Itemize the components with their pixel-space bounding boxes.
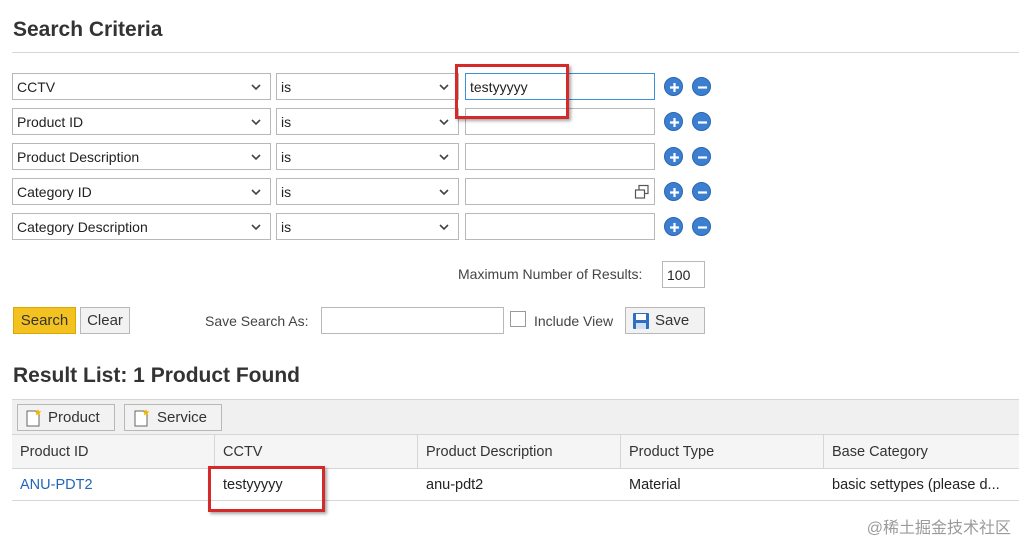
- new-document-icon: [134, 409, 150, 427]
- operator-label: is: [281, 114, 292, 130]
- field-select-category-id[interactable]: Category ID: [12, 178, 271, 205]
- add-row-button[interactable]: [664, 77, 683, 96]
- save-button-label: Save: [655, 312, 690, 329]
- add-row-button[interactable]: [664, 182, 683, 201]
- save-button[interactable]: Save: [625, 307, 705, 334]
- criteria-value-text: testyyyyy: [470, 79, 528, 95]
- chevron-down-icon: [251, 224, 261, 231]
- minus-icon: [698, 191, 707, 194]
- chevron-down-icon: [251, 154, 261, 161]
- plus-icon: [670, 223, 679, 232]
- new-service-button[interactable]: Service: [124, 404, 222, 431]
- clear-button[interactable]: Clear: [80, 307, 130, 334]
- result-table: Product ID CCTV Product Description Prod…: [12, 435, 1019, 501]
- floppy-disk-icon: [633, 313, 649, 329]
- remove-row-button[interactable]: [692, 182, 711, 201]
- plus-icon: [670, 188, 679, 197]
- column-header-product-id[interactable]: Product ID: [12, 435, 215, 468]
- chevron-down-icon: [439, 154, 449, 161]
- include-view-checkbox[interactable]: [510, 311, 526, 327]
- field-select-label: CCTV: [17, 79, 56, 95]
- remove-row-button[interactable]: [692, 77, 711, 96]
- cctv-cell: testyyyyy: [223, 477, 283, 493]
- chevron-down-icon: [251, 189, 261, 196]
- field-select-product-description[interactable]: Product Description: [12, 143, 271, 170]
- minus-icon: [698, 86, 707, 89]
- plus-icon: [670, 83, 679, 92]
- add-row-button[interactable]: [664, 217, 683, 236]
- column-header-base-category[interactable]: Base Category: [824, 435, 1019, 468]
- operator-select[interactable]: is: [276, 178, 459, 205]
- new-document-icon: [26, 409, 42, 427]
- chevron-down-icon: [251, 119, 261, 126]
- table-row[interactable]: ANU-PDT2 testyyyyy anu-pdt2 Material bas…: [12, 469, 1019, 501]
- criteria-value-input[interactable]: [465, 108, 655, 135]
- operator-select[interactable]: is: [276, 213, 459, 240]
- chevron-down-icon: [439, 189, 449, 196]
- column-header-product-type[interactable]: Product Type: [621, 435, 824, 468]
- new-product-label: Product: [48, 409, 100, 426]
- minus-icon: [698, 156, 707, 159]
- operator-select[interactable]: is: [276, 73, 459, 100]
- base-category-cell: basic settypes (please d...: [832, 477, 1000, 493]
- operator-label: is: [281, 219, 292, 235]
- remove-row-button[interactable]: [692, 147, 711, 166]
- watermark-text: @稀土掘金技术社区: [866, 520, 1011, 537]
- field-select-label: Product ID: [17, 114, 84, 130]
- product-type-cell: Material: [629, 477, 681, 493]
- column-header-product-description[interactable]: Product Description: [418, 435, 621, 468]
- criteria-value-input[interactable]: [465, 178, 655, 205]
- field-select-product-id[interactable]: Product ID: [12, 108, 271, 135]
- field-select-label: Product Description: [17, 149, 140, 165]
- criteria-value-input[interactable]: testyyyyy: [465, 73, 655, 100]
- chevron-down-icon: [439, 119, 449, 126]
- operator-label: is: [281, 149, 292, 165]
- new-product-button[interactable]: Product: [17, 404, 115, 431]
- search-button[interactable]: Search: [13, 307, 76, 334]
- operator-select[interactable]: is: [276, 143, 459, 170]
- criteria-value-input[interactable]: [465, 143, 655, 170]
- remove-row-button[interactable]: [692, 217, 711, 236]
- operator-select[interactable]: is: [276, 108, 459, 135]
- product-id-link[interactable]: ANU-PDT2: [12, 469, 215, 502]
- field-select-category-description[interactable]: Category Description: [12, 213, 271, 240]
- description-cell: anu-pdt2: [426, 477, 484, 493]
- add-row-button[interactable]: [664, 147, 683, 166]
- operator-label: is: [281, 184, 292, 200]
- minus-icon: [698, 121, 707, 124]
- max-results-input[interactable]: 100: [662, 261, 705, 288]
- save-search-input[interactable]: [321, 307, 504, 334]
- new-service-label: Service: [157, 409, 208, 426]
- field-select-label: Category Description: [17, 219, 148, 235]
- title-divider: [12, 52, 1019, 53]
- value-help-icon[interactable]: [634, 184, 650, 200]
- minus-icon: [698, 226, 707, 229]
- chevron-down-icon: [439, 224, 449, 231]
- search-criteria-title: Search Criteria: [13, 18, 163, 41]
- result-list-title: Result List: 1 Product Found: [13, 364, 300, 387]
- chevron-down-icon: [439, 84, 449, 91]
- column-header-cctv[interactable]: CCTV: [215, 435, 418, 468]
- chevron-down-icon: [251, 84, 261, 91]
- plus-icon: [670, 118, 679, 127]
- max-results-label: Maximum Number of Results:: [458, 266, 643, 282]
- field-select-cctv[interactable]: CCTV: [12, 73, 271, 100]
- include-view-label: Include View: [534, 313, 614, 329]
- add-row-button[interactable]: [664, 112, 683, 131]
- remove-row-button[interactable]: [692, 112, 711, 131]
- operator-label: is: [281, 79, 292, 95]
- plus-icon: [670, 153, 679, 162]
- criteria-value-input[interactable]: [465, 213, 655, 240]
- max-results-value: 100: [667, 267, 691, 283]
- field-select-label: Category ID: [17, 184, 92, 200]
- save-search-label: Save Search As:: [205, 313, 309, 329]
